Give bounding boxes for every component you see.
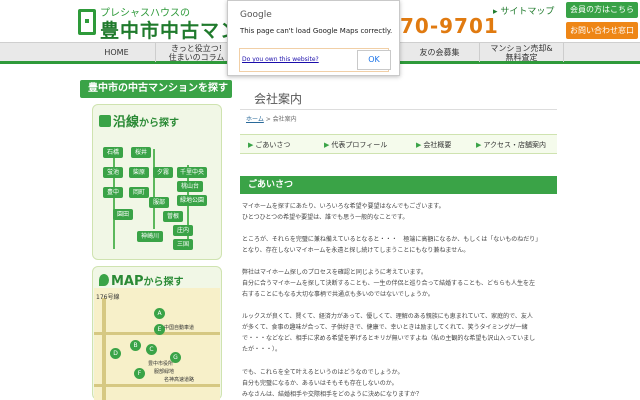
map-place-label: 服部緑地 bbox=[154, 369, 175, 375]
map-marker[interactable]: B bbox=[130, 340, 141, 351]
greeting-paragraph: ところが、それらを完璧に兼ね備えているとなると・・・ 極端に高額になるか、もしく… bbox=[242, 234, 562, 256]
tab-access-label: アクセス・店舗案内 bbox=[483, 141, 547, 149]
greeting-line: ひとつひとつの希望や要望は、誰でも思う一般的なことです。 bbox=[242, 214, 409, 221]
rail-line bbox=[113, 149, 115, 249]
tab-greeting[interactable]: ▶ ごあいさつ bbox=[248, 135, 290, 155]
line-search-box: 沿線から探す 石橋 桜井 蛍池 柴原 夕霧 千里中央 豊中 岡町 桃山台 服部 … bbox=[92, 104, 222, 260]
station-toyonaka[interactable]: 豊中 bbox=[103, 187, 123, 198]
tab-profile-label: 代表プロフィール bbox=[331, 141, 388, 149]
greeting-line: マイホームを探すにあたり、いろいろな希望や要望はなんでもございます。 bbox=[242, 203, 445, 210]
arrow-icon: ▶ bbox=[324, 141, 330, 149]
map-marker[interactable]: F bbox=[134, 368, 145, 379]
nav-friends-club[interactable]: 友の会募集 bbox=[400, 43, 480, 62]
station-ishibashi[interactable]: 石橋 bbox=[103, 147, 123, 158]
map-route-label: 176号線 bbox=[96, 294, 120, 301]
train-icon bbox=[99, 115, 111, 127]
station-okamachi[interactable]: 岡町 bbox=[129, 187, 149, 198]
map-marker[interactable]: E bbox=[154, 324, 165, 335]
greeting-paragraph: ルックスが良くて、賢くて、経済力があって、優しくて、理解のある親族にも恵まれてい… bbox=[242, 311, 562, 355]
google-maps-error-dialog: Google This page can't load Google Maps … bbox=[227, 0, 400, 76]
tab-company-label: 会社概要 bbox=[423, 141, 452, 149]
tab-access[interactable]: ▶ アクセス・店舗案内 bbox=[476, 135, 546, 155]
nav-sell-label: マンション売却& 無料査定 bbox=[490, 43, 553, 62]
breadcrumb-current: 会社案内 bbox=[272, 116, 297, 123]
nav-home[interactable]: HOME bbox=[78, 43, 156, 62]
page: プレシャスハウスの 豊中市中古マンシ 70-9701 ▸ サイトマップ 会員の方… bbox=[0, 0, 640, 400]
anchor-tabs: ▶ ごあいさつ ▶ 代表プロフィール ▶ 会社概要 ▶ アクセス・店舗案内 bbox=[240, 134, 557, 154]
greeting-paragraph: 弊社はマイホーム探しのプロセスを確認と同じように考えています。 自分に合うマイホ… bbox=[242, 267, 562, 300]
area-map[interactable]: 176号線 中国自動車道 名神高速道路 豊中市役所 服部緑地 A B C D E… bbox=[94, 288, 220, 400]
greeting-line: 自分も完璧になるか、あるいはそもそも存在しないのか。 bbox=[242, 380, 398, 387]
page-title: 会社案内 bbox=[240, 88, 557, 110]
greeting-line: 自分に合うマイホームを探して決断することも、一生の伴侶と巡り合って結婚することも… bbox=[242, 280, 535, 287]
greeting-paragraph: でも、これらを全て叶えるというのはどうなのでしょうか。 自分も完璧になるか、ある… bbox=[242, 367, 562, 400]
map-marker[interactable]: C bbox=[146, 344, 157, 355]
tab-greeting-label: ごあいさつ bbox=[255, 141, 291, 149]
map-place-label: 豊中市役所 bbox=[148, 361, 174, 367]
breadcrumb-home-link[interactable]: ホーム bbox=[246, 116, 264, 123]
ok-button[interactable]: OK bbox=[357, 50, 391, 70]
nav-home-label: HOME bbox=[104, 48, 129, 57]
station-mikuni[interactable]: 三国 bbox=[173, 239, 193, 250]
map-road-label: 中国自動車道 bbox=[164, 325, 195, 331]
station-kanzakigawa[interactable]: 神崎川 bbox=[137, 231, 163, 242]
greeting-line: 右することにもなる大切な事柄で共通点も多いのではないでしょうか。 bbox=[242, 291, 434, 298]
own-website-link[interactable]: Do you own this website? bbox=[242, 56, 319, 63]
contact-button[interactable]: お問い合わせ窓口 bbox=[566, 22, 638, 39]
station-hattori[interactable]: 服部 bbox=[149, 197, 169, 208]
dialog-title: Google bbox=[240, 10, 272, 20]
arrow-icon: ▶ bbox=[416, 141, 422, 149]
greeting-line: で・・・などなど、相手に求める希望を挙げるとキリが無いですよね（私の主観的な希望… bbox=[242, 335, 536, 342]
logo-icon[interactable] bbox=[78, 9, 96, 35]
member-login-button[interactable]: 会員の方はこちら bbox=[566, 2, 638, 18]
station-momoyamadai[interactable]: 桃山台 bbox=[177, 181, 203, 192]
breadcrumb: ホーム > 会社案内 bbox=[246, 114, 297, 123]
station-shonai[interactable]: 庄内 bbox=[173, 225, 193, 236]
map-marker[interactable]: G bbox=[170, 352, 181, 363]
nav-sell-appraisal[interactable]: マンション売却& 無料査定 bbox=[480, 43, 564, 62]
sidebar-title: 豊中市の中古マンションを探す bbox=[80, 80, 232, 98]
station-sakurai[interactable]: 桜井 bbox=[131, 147, 151, 158]
greeting-line: ルックスが良くて、賢くて、経済力があって、優しくて、理解のある親族にも恵まれてい… bbox=[242, 313, 533, 320]
section-heading: ごあいさつ bbox=[240, 176, 557, 194]
nav-column-label: きっと役立つ! 住まいのコラム bbox=[168, 43, 225, 62]
tab-company-overview[interactable]: ▶ 会社概要 bbox=[416, 135, 451, 155]
map-marker[interactable]: A bbox=[154, 308, 165, 319]
greeting-line: でも、これらを全て叶えるというのはどうなのでしょうか。 bbox=[242, 369, 404, 376]
line-search-heading: 沿線から探す bbox=[99, 111, 179, 130]
greeting-line: ところが、それらを完璧に兼ね備えているとなると・・・ 極端に高額になるか、もしく… bbox=[242, 236, 542, 243]
greeting-paragraph: マイホームを探すにあたり、いろいろな希望や要望はなんでもございます。 ひとつひと… bbox=[242, 201, 562, 223]
map-search-title: MAP bbox=[111, 274, 144, 289]
station-yugiri[interactable]: 夕霧 bbox=[153, 167, 173, 178]
map-search-heading: MAPから探す bbox=[99, 273, 184, 289]
dialog-message: This page can't load Google Maps correct… bbox=[240, 27, 393, 35]
greeting-line: が多くて、食事の趣味が合って、子供好きで、健康で、幸いときは励ましてくれて、笑う… bbox=[242, 324, 528, 331]
nav-column[interactable]: きっと役立つ! 住まいのコラム bbox=[156, 43, 238, 62]
greeting-line: みなさんは、結婚相手や交際相手をどのように決めになりますか？ bbox=[242, 391, 423, 398]
map-search-suffix: から探す bbox=[143, 277, 184, 288]
station-senri-chuo[interactable]: 千里中央 bbox=[177, 167, 207, 178]
map-marker[interactable]: D bbox=[110, 348, 121, 359]
map-road-label: 名神高速道路 bbox=[164, 377, 195, 383]
greeting-line: 弊社はマイホーム探しのプロセスを確認と同じように考えています。 bbox=[242, 269, 427, 276]
greeting-line: となり、存在しないマイホームを永遠と探し続けてしまうことにもなり兼ねません。 bbox=[242, 247, 470, 254]
arrow-icon: ▶ bbox=[476, 141, 482, 149]
rail-line bbox=[153, 149, 155, 229]
arrow-icon: ▶ bbox=[248, 141, 254, 149]
nav-friends-label: 友の会募集 bbox=[419, 48, 460, 57]
breadcrumb-separator: > bbox=[263, 116, 273, 123]
sitemap-link[interactable]: ▸ サイトマップ bbox=[493, 4, 554, 17]
station-sonoda[interactable]: 園田 bbox=[113, 209, 133, 220]
phone-number: 70-9701 bbox=[400, 14, 499, 38]
map-road bbox=[94, 384, 220, 387]
map-pin-icon bbox=[99, 274, 109, 286]
station-ryokuchi-koen[interactable]: 緑地公園 bbox=[177, 195, 207, 206]
station-shibahara[interactable]: 柴原 bbox=[129, 167, 149, 178]
greeting-line: たが・・・）。 bbox=[242, 346, 282, 353]
station-hotarugaike[interactable]: 蛍池 bbox=[103, 167, 123, 178]
line-search-suffix: から探す bbox=[139, 118, 180, 129]
tab-profile[interactable]: ▶ 代表プロフィール bbox=[324, 135, 387, 155]
line-search-title: 沿線 bbox=[113, 115, 140, 130]
station-sone[interactable]: 曽根 bbox=[163, 211, 183, 222]
